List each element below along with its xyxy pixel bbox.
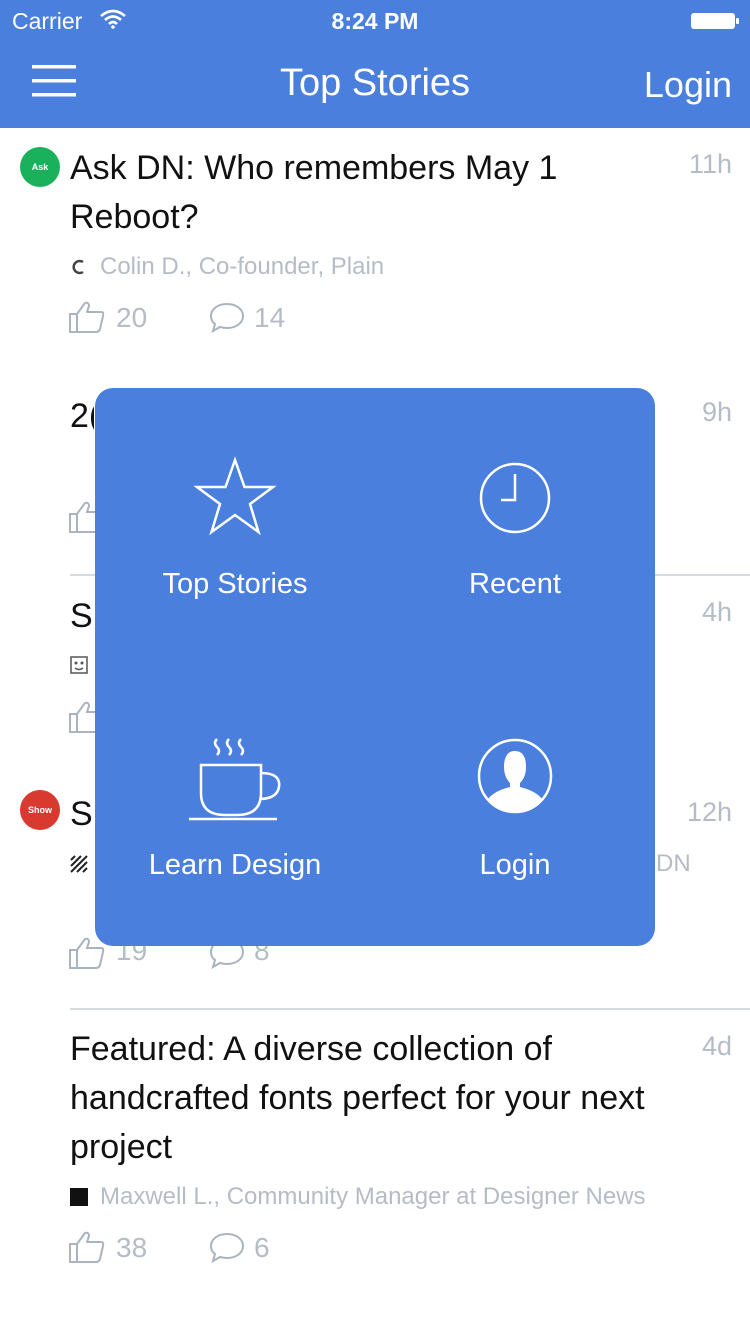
- author-logo-icon: [72, 259, 84, 275]
- story-title[interactable]: 2(: [70, 392, 94, 441]
- story-time: 11h: [688, 149, 732, 179]
- menu-item-login[interactable]: Login: [375, 667, 655, 946]
- comment-icon[interactable]: [208, 300, 246, 334]
- menu-item-label: Recent: [469, 568, 561, 600]
- user-icon: [477, 738, 553, 814]
- story-title[interactable]: Ask DN: Who remembers May 1 Reboot?: [70, 144, 640, 242]
- thumbs-up-icon[interactable]: [68, 300, 106, 334]
- popup-menu: Top Stories Recent Learn Design Login: [95, 388, 655, 946]
- story-author[interactable]: Maxwell L., Community Manager at Designe…: [100, 1182, 646, 1212]
- author-logo-icon: [70, 1188, 88, 1206]
- comments-count: 6: [254, 1232, 270, 1263]
- thumbs-up-icon[interactable]: [68, 1230, 106, 1264]
- status-time: 8:24 PM: [331, 8, 419, 34]
- menu-item-recent[interactable]: Recent: [375, 388, 655, 667]
- likes-count: 20: [116, 302, 148, 333]
- app-screen: Carrier 8:24 PM Top Stories Login Ask As…: [0, 0, 750, 1334]
- author-logo-icon: [70, 656, 88, 674]
- battery-icon: [691, 13, 739, 29]
- menu-item-label: Login: [479, 849, 551, 881]
- story-time: 4d: [701, 1031, 732, 1061]
- story-title[interactable]: Si: [70, 592, 94, 641]
- menu-item-label: Learn Design: [148, 849, 322, 881]
- star-icon: [194, 456, 276, 536]
- story-author[interactable]: Colin D., Co-founder, Plain: [100, 252, 384, 282]
- nav-login-button[interactable]: Login: [644, 62, 732, 108]
- menu-item-label: Top Stories: [162, 568, 308, 600]
- show-badge: Show: [20, 790, 60, 830]
- author-logo-icon: [70, 855, 88, 873]
- status-bar: Carrier 8:24 PM: [0, 0, 750, 40]
- story-time: 12h: [686, 797, 732, 827]
- menu-item-learn-design[interactable]: Learn Design: [95, 667, 375, 946]
- header: Carrier 8:24 PM Top Stories Login: [0, 0, 750, 128]
- clock-icon: [479, 462, 551, 534]
- nav-title: Top Stories: [279, 62, 471, 104]
- story-title[interactable]: Featured: A diverse collection of handcr…: [70, 1025, 650, 1172]
- likes-count: 38: [116, 1232, 148, 1263]
- ask-badge: Ask: [20, 147, 60, 187]
- comments-count: 14: [254, 302, 286, 333]
- divider: [70, 1008, 750, 1010]
- comment-icon[interactable]: [208, 1230, 246, 1264]
- story-author[interactable]: DN: [656, 849, 691, 879]
- story-time: 9h: [701, 397, 732, 427]
- coffee-cup-icon: [189, 738, 281, 821]
- story-title[interactable]: Sl: [70, 790, 94, 839]
- story-time: 4h: [701, 597, 732, 627]
- menu-item-top-stories[interactable]: Top Stories: [95, 388, 375, 667]
